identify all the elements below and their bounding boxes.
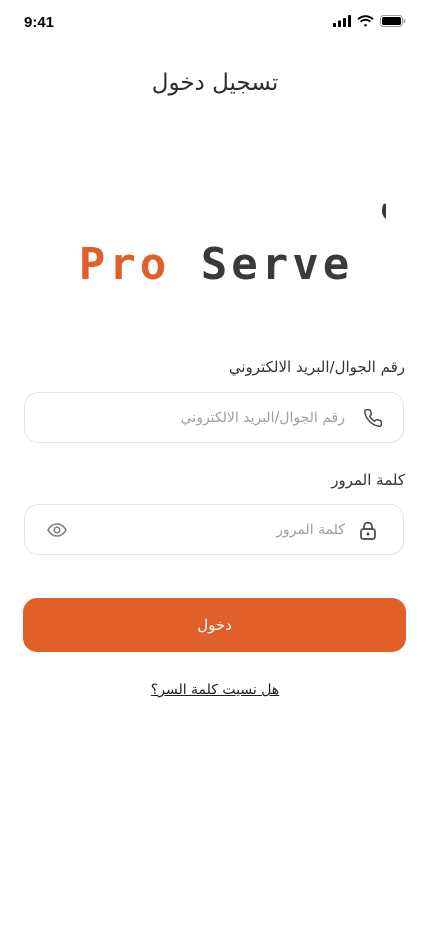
identifier-label: رقم الجوال/البريد الالكتروني: [228, 358, 405, 376]
login-button[interactable]: دخول: [23, 598, 406, 652]
logo-arabic-text: برو سيرف: [378, 165, 386, 235]
status-time: 9:41: [24, 14, 55, 31]
pro-serve-logo: برو سيرف Pro Serve: [79, 165, 386, 290]
cellular-signal-icon: [333, 15, 351, 27]
lock-icon: [360, 521, 376, 540]
status-bar: 9:41: [0, 0, 430, 46]
password-input[interactable]: [81, 505, 347, 554]
password-field[interactable]: [24, 504, 404, 555]
wifi-icon: [357, 15, 374, 27]
status-icons: [333, 15, 406, 27]
identifier-input[interactable]: [41, 393, 347, 442]
page-title: تسجيل دخول: [151, 70, 279, 96]
battery-icon: [380, 15, 406, 27]
logo-latin-text: Pro Serve: [79, 239, 353, 290]
forgot-password-link[interactable]: هل نسيت كلمة السر؟: [0, 682, 430, 698]
identifier-field[interactable]: [24, 392, 404, 443]
password-label: كلمة المرور: [331, 471, 405, 489]
eye-icon[interactable]: [47, 522, 67, 538]
phone-icon: [364, 408, 383, 427]
